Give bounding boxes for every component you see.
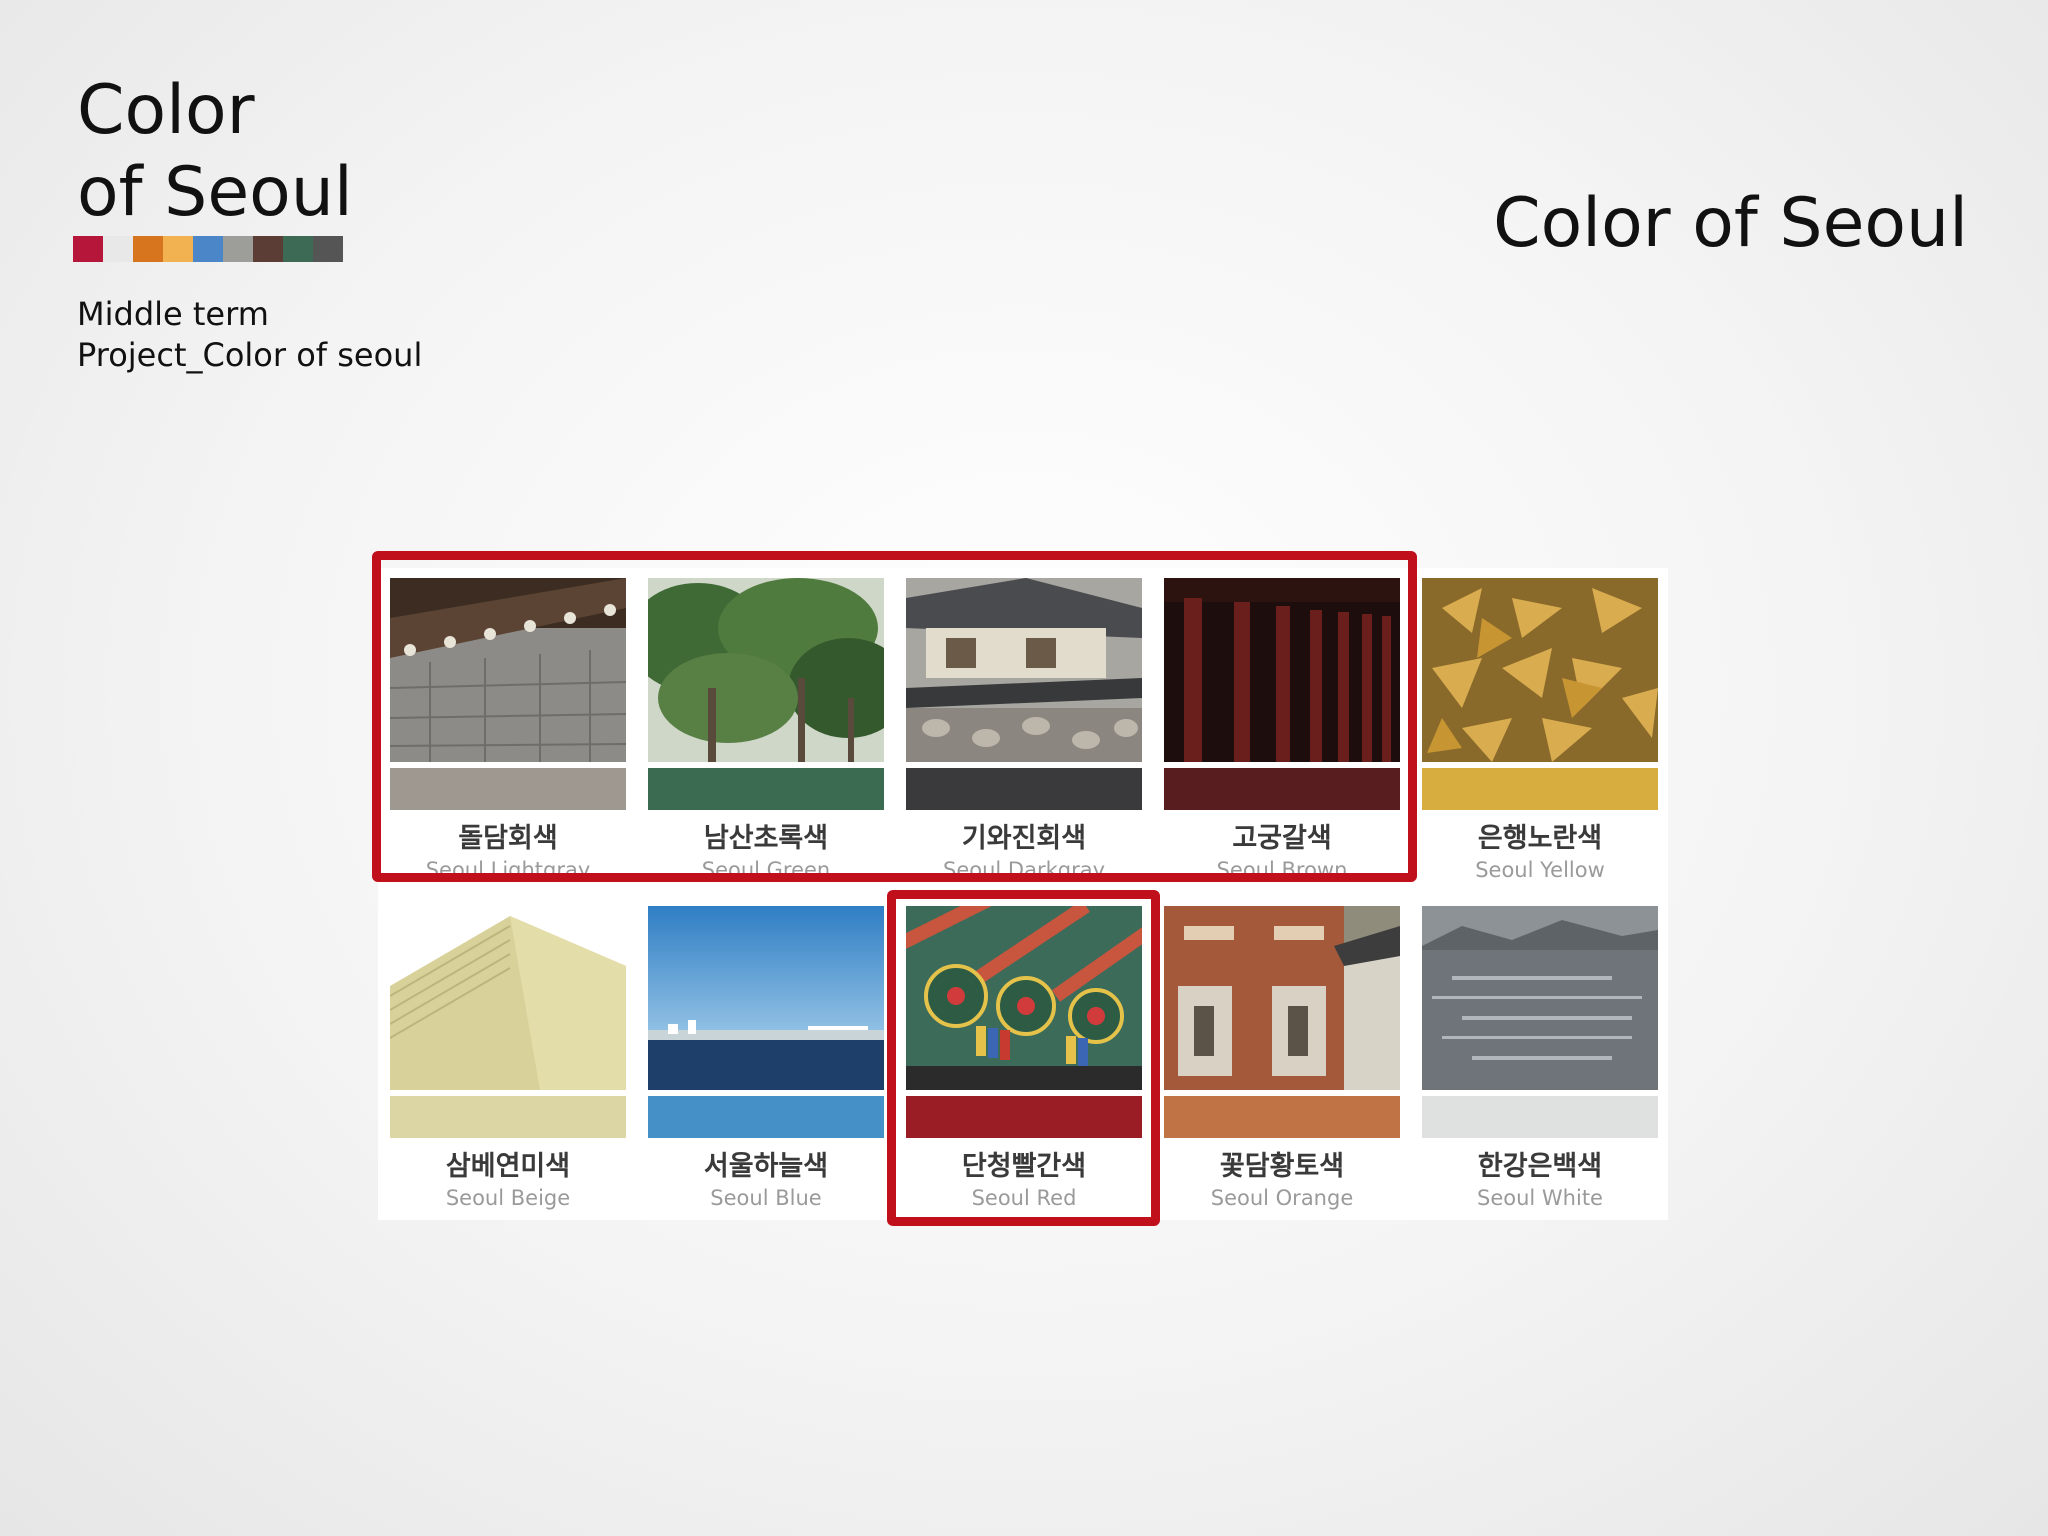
color-swatch bbox=[1164, 1096, 1400, 1138]
color-name-english: Seoul Orange bbox=[1210, 1186, 1354, 1210]
highlight-frame-row-one bbox=[372, 551, 1417, 882]
logo-color-chip bbox=[223, 236, 253, 262]
hemp-paper-photo bbox=[390, 906, 626, 1090]
color-name-english: Seoul Yellow bbox=[1475, 858, 1605, 882]
subtitle: Middle term Project_Color of seoul bbox=[77, 295, 423, 374]
flower-wall-photo bbox=[1164, 906, 1400, 1090]
color-name-korean: 서울하늘색 bbox=[703, 1151, 829, 1182]
logo-color-chip bbox=[73, 236, 103, 262]
logo-color-chip bbox=[253, 236, 283, 262]
color-card-seoul-orange: 꽃담황토색 Seoul Orange bbox=[1164, 906, 1400, 1222]
highlight-frame-seoul-red bbox=[887, 890, 1160, 1226]
color-swatch bbox=[390, 1096, 626, 1138]
logo-color-chip bbox=[313, 236, 343, 262]
slide-title: Color of Seoul bbox=[1493, 184, 1968, 263]
logo-color-chip bbox=[103, 236, 133, 262]
han-river-sky-photo bbox=[648, 906, 884, 1090]
color-name-english: Seoul Beige bbox=[445, 1186, 571, 1210]
logo-color-chip bbox=[193, 236, 223, 262]
logo-color-chip bbox=[283, 236, 313, 262]
color-swatch bbox=[1422, 1096, 1658, 1138]
ginkgo-leaves-photo bbox=[1422, 578, 1658, 762]
logo-color-bar bbox=[73, 236, 343, 262]
logo-color-chip bbox=[163, 236, 193, 262]
color-swatch bbox=[1422, 768, 1658, 810]
color-name-english: Seoul White bbox=[1477, 1186, 1603, 1210]
color-name-korean: 은행노란색 bbox=[1477, 823, 1603, 854]
logo-title: Color of Seoul bbox=[77, 71, 353, 232]
logo-color-chip bbox=[133, 236, 163, 262]
color-card-seoul-white: 한강은백색 Seoul White bbox=[1422, 906, 1658, 1222]
river-water-photo bbox=[1422, 906, 1658, 1090]
color-card-seoul-beige: 삼베연미색 Seoul Beige bbox=[390, 906, 626, 1222]
color-name-korean: 한강은백색 bbox=[1477, 1151, 1603, 1182]
color-name-korean: 삼베연미색 bbox=[445, 1151, 571, 1182]
color-swatch bbox=[648, 1096, 884, 1138]
color-card-seoul-yellow: 은행노란색 Seoul Yellow bbox=[1422, 578, 1658, 894]
color-name-english: Seoul Blue bbox=[710, 1186, 822, 1210]
color-name-korean: 꽃담황토색 bbox=[1219, 1151, 1345, 1182]
color-card-seoul-blue: 서울하늘색 Seoul Blue bbox=[648, 906, 884, 1222]
